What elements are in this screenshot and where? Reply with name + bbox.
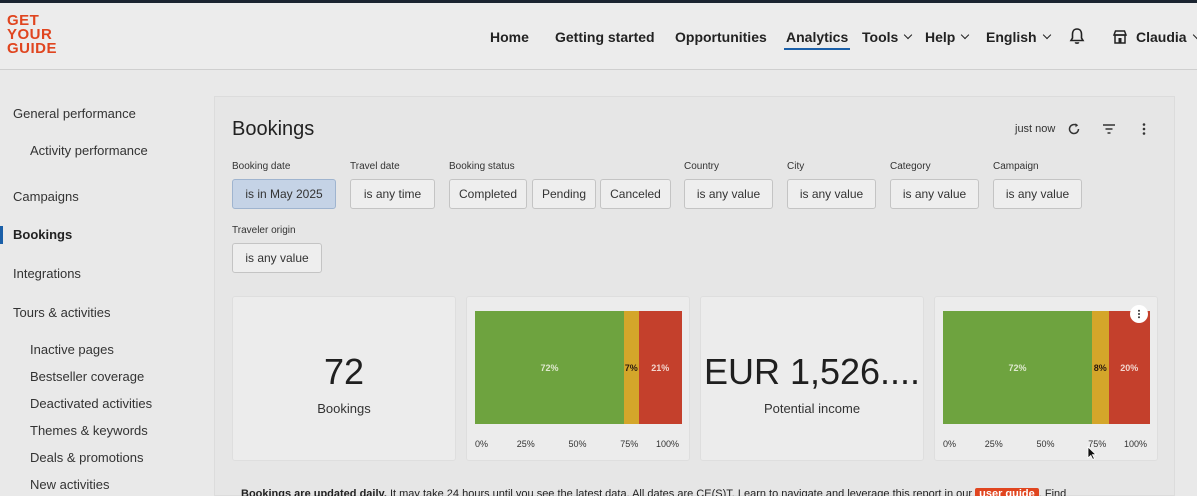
nav-language[interactable]: English — [986, 3, 1051, 70]
user-name: Claudia — [1136, 28, 1187, 45]
refresh-icon[interactable] — [1066, 121, 1082, 137]
nav-tools[interactable]: Tools — [862, 3, 913, 70]
bookings-dashboard-panel: Bookings just now Booking date is in May… — [214, 96, 1175, 496]
sidebar-active-indicator — [0, 226, 3, 244]
bookings-count-card: 72 Bookings — [232, 296, 456, 461]
filter-country[interactable]: is any value — [684, 179, 773, 209]
data-update-note: Bookings are updated daily. It may take … — [241, 488, 1066, 496]
more-vertical-icon[interactable] — [1136, 121, 1152, 137]
axis-tick-label: 25% — [984, 439, 1003, 449]
filter-booking-date[interactable]: is in May 2025 — [232, 179, 336, 209]
filter-label-campaign: Campaign — [993, 161, 1039, 172]
filter-icon[interactable] — [1101, 121, 1117, 137]
top-header: GET YOUR GUIDE Home Getting started Oppo… — [0, 3, 1197, 70]
logo-line: GUIDE — [7, 40, 58, 57]
sidebar-item-new-activities[interactable]: New activities — [30, 477, 109, 492]
filter-label-travel-date: Travel date — [350, 161, 400, 172]
chevron-down-icon — [1042, 30, 1051, 39]
storefront-icon — [1112, 29, 1128, 44]
axis-tick-label: 25% — [516, 439, 535, 449]
chevron-down-icon — [961, 30, 970, 39]
filter-city[interactable]: is any value — [787, 179, 876, 209]
axis-tick-label: 50% — [568, 439, 587, 449]
getyourguide-logo[interactable]: GET YOUR GUIDE — [7, 13, 67, 57]
panel-title: Bookings — [232, 118, 315, 140]
segment-label: 8% — [1093, 362, 1107, 373]
bell-icon[interactable] — [1069, 27, 1085, 45]
sidebar-item-deactivated-activities[interactable]: Deactivated activities — [30, 396, 152, 411]
bookings-count-value: 72 — [323, 351, 365, 392]
sidebar-item-deals-promotions[interactable]: Deals & promotions — [30, 450, 143, 465]
sidebar-item-bestseller-coverage[interactable]: Bestseller coverage — [30, 369, 144, 384]
filter-label-traveler-origin: Traveler origin — [232, 225, 296, 236]
note-tail: . Find — [1038, 488, 1067, 496]
sidebar-item-bookings[interactable]: Bookings — [13, 227, 72, 242]
filter-category[interactable]: is any value — [890, 179, 979, 209]
mouse-cursor-icon — [1087, 446, 1097, 460]
potential-income-value: EUR 1,526.... — [703, 351, 921, 392]
sidebar-item-activity-performance[interactable]: Activity performance — [30, 143, 148, 158]
bar-segment[interactable]: 72% — [943, 311, 1093, 424]
axis-tick-label: 100% — [656, 439, 680, 449]
card-menu-button[interactable] — [1130, 305, 1148, 323]
nav-home[interactable]: Home — [490, 3, 529, 70]
filter-label-booking-status: Booking status — [449, 161, 515, 172]
filter-label-city: City — [787, 161, 805, 172]
nav-opportunities[interactable]: Opportunities — [675, 3, 767, 70]
filter-status-canceled[interactable]: Canceled — [600, 179, 671, 209]
chevron-down-icon — [1192, 30, 1197, 39]
filter-label-country: Country — [684, 161, 720, 172]
filter-label-category: Category — [890, 161, 931, 172]
filter-status-completed[interactable]: Completed — [449, 179, 527, 209]
bookings-count-caption: Bookings — [317, 401, 371, 416]
last-refresh-text: just now — [1015, 123, 1056, 135]
nav-help[interactable]: Help — [925, 3, 970, 70]
sidebar-item-themes-keywords[interactable]: Themes & keywords — [30, 423, 148, 438]
user-menu[interactable]: Claudia — [1112, 3, 1197, 70]
nav-analytics[interactable]: Analytics — [783, 3, 851, 70]
filter-travel-date[interactable]: is any time — [350, 179, 435, 209]
filter-label-booking-date: Booking date — [232, 161, 291, 172]
filter-campaign[interactable]: is any value — [993, 179, 1082, 209]
bar-segment[interactable]: 20% — [1108, 311, 1150, 424]
sidebar-item-tours-activities[interactable]: Tours & activities — [13, 305, 111, 320]
note-text: It may take 24 hours until you see the l… — [386, 488, 976, 496]
segment-label: 21% — [651, 362, 670, 373]
chevron-down-icon — [904, 30, 913, 39]
user-guide-link[interactable]: user guide — [975, 488, 1039, 496]
bar-segment[interactable]: 72% — [475, 311, 625, 424]
bookings-status-stacked-bar: 72% 7% 21% — [475, 311, 682, 424]
bar-segment[interactable]: 8% — [1092, 311, 1109, 424]
sidebar-item-campaigns[interactable]: Campaigns — [13, 189, 79, 204]
potential-income-card: EUR 1,526.... Potential income — [700, 296, 924, 461]
filter-traveler-origin[interactable]: is any value — [232, 243, 322, 273]
note-bold-text: Bookings are updated daily. — [241, 488, 387, 496]
bar-segment[interactable]: 7% — [624, 311, 639, 424]
segment-label: 7% — [624, 362, 638, 373]
axis-tick-label: 75% — [620, 439, 639, 449]
segment-label: 72% — [540, 362, 559, 373]
sidebar: General performance Activity performance… — [0, 71, 196, 496]
bar-segment[interactable]: 21% — [638, 311, 682, 424]
sidebar-item-integrations[interactable]: Integrations — [13, 266, 81, 281]
axis-tick-label: 0% — [475, 439, 489, 449]
sidebar-item-general-performance[interactable]: General performance — [13, 106, 136, 121]
income-status-chart-card: 72% 8% 20% 0% 25% 50% 75% 100% — [934, 296, 1158, 461]
segment-label: 72% — [1008, 362, 1027, 373]
potential-income-caption: Potential income — [763, 401, 861, 416]
filter-status-pending[interactable]: Pending — [532, 179, 596, 209]
income-status-stacked-bar: 72% 8% 20% — [943, 311, 1150, 424]
axis-tick-label: 50% — [1036, 439, 1055, 449]
axis-tick-label: 100% — [1124, 439, 1148, 449]
nav-getting-started[interactable]: Getting started — [555, 3, 655, 70]
bookings-status-chart-card: 72% 7% 21% 0% 25% 50% 75% 100% — [466, 296, 690, 461]
more-vertical-icon — [1138, 309, 1140, 319]
segment-label: 20% — [1120, 362, 1139, 373]
sidebar-item-inactive-pages[interactable]: Inactive pages — [30, 342, 114, 357]
axis-tick-label: 0% — [943, 439, 957, 449]
